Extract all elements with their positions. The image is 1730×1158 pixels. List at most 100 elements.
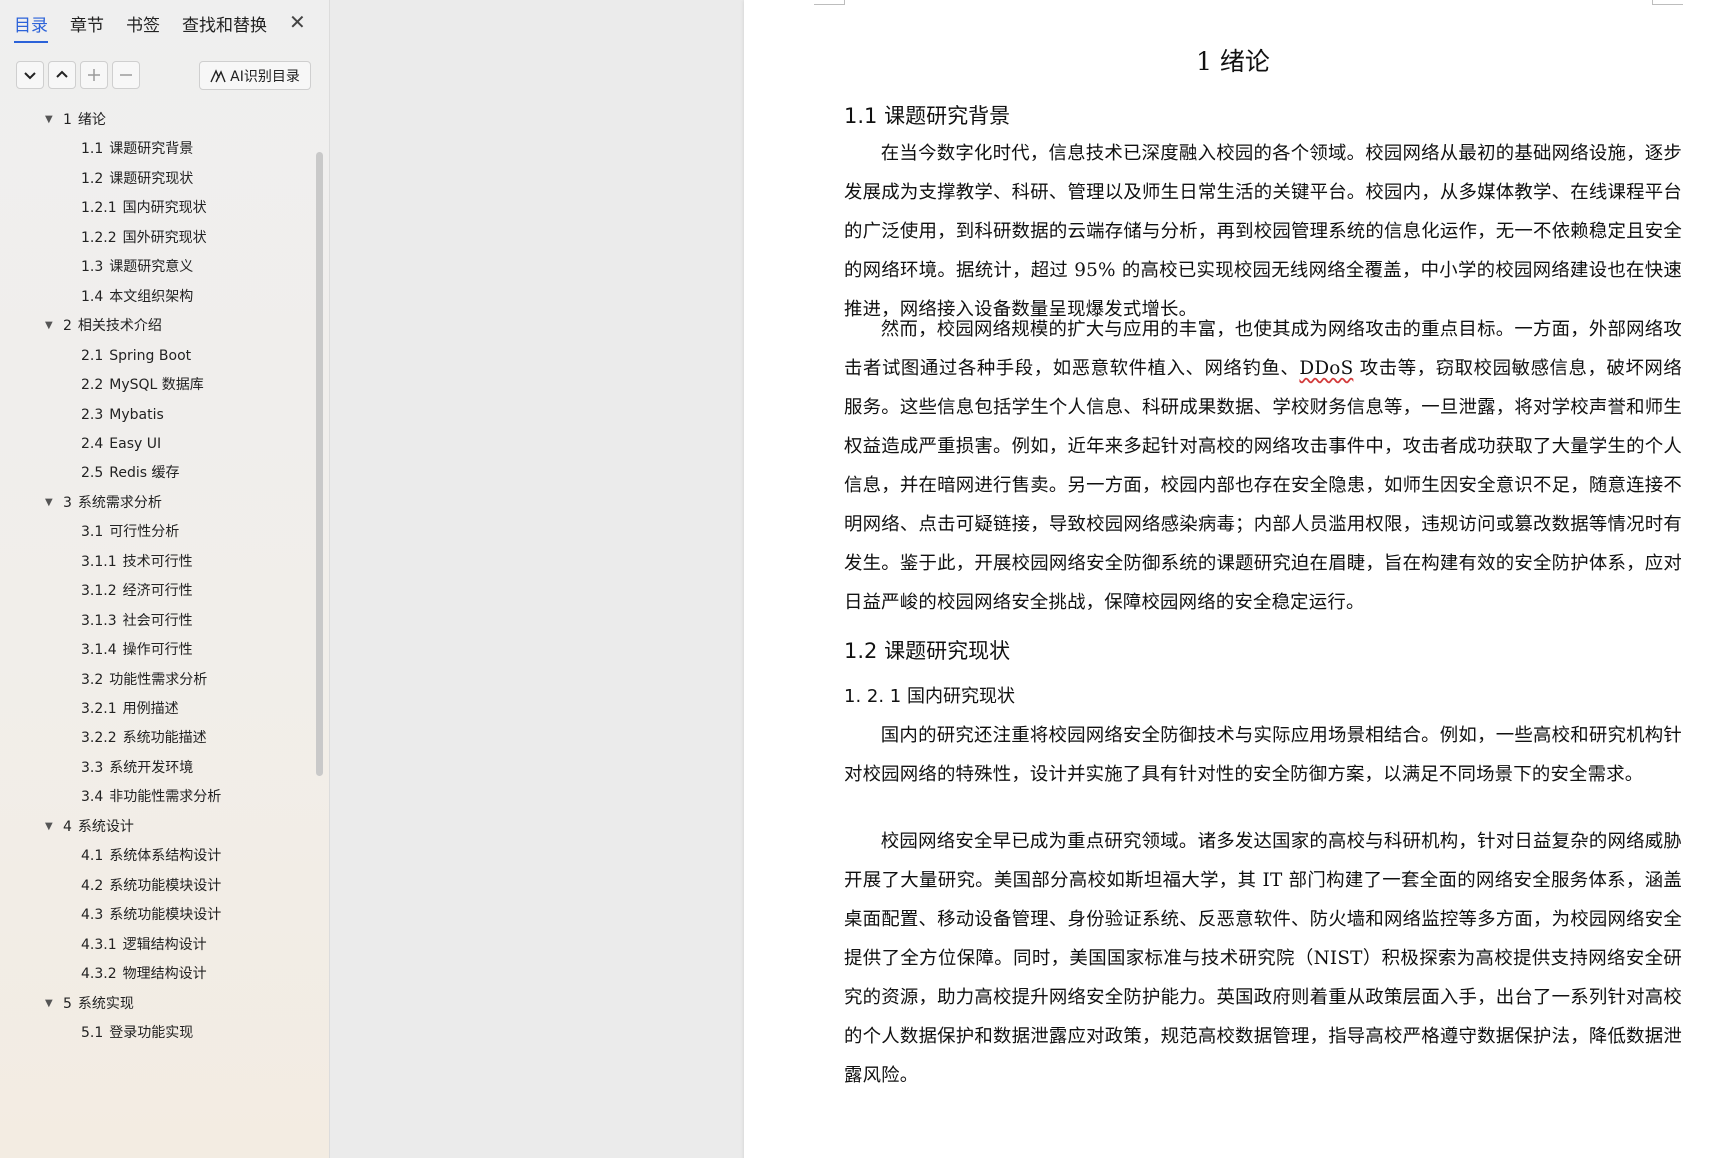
paragraph-background-1: 在当今数字化时代，信息技术已深度融入校园的各个领域。校园网络从最初的基础网络设施…	[844, 143, 1682, 320]
chevron-down-icon	[24, 72, 36, 80]
toc-item-title: 课题研究背景	[109, 141, 194, 158]
toc-section-item[interactable]: 3.4 非功能性需求分析	[81, 785, 221, 809]
tab-chapters[interactable]: 章节	[70, 11, 104, 40]
toc-section-item[interactable]: 4.3.2 物理结构设计	[81, 962, 207, 986]
toc-item-title: 用例描述	[122, 701, 179, 717]
toc-item-number: 3.2.1	[81, 701, 117, 717]
expand-triangle-icon[interactable]: ▼	[45, 815, 53, 839]
tab-bookmarks[interactable]: 书签	[126, 11, 160, 40]
spellcheck-word[interactable]: DDoS	[1299, 358, 1353, 379]
toc-section-item[interactable]: 4.3.1 逻辑结构设计	[81, 933, 207, 957]
toc-item-title: 登录功能实现	[109, 1024, 194, 1041]
toc-section-item[interactable]: 3.2.1 用例描述	[81, 697, 179, 721]
toc-item-number: 1.2.2	[81, 229, 117, 246]
toc-item-title: 系统体系结构设计	[109, 848, 222, 865]
toc-item-title: 功能性需求分析	[109, 671, 208, 688]
toc-section-item[interactable]: 3.2 功能性需求分析	[81, 668, 207, 692]
toc-item-number: 4.1	[81, 848, 104, 865]
expand-down-button[interactable]	[16, 61, 44, 89]
tab-toc[interactable]: 目录	[14, 11, 48, 43]
toc-section-item[interactable]: 3.1.2 经济可行性	[81, 579, 193, 603]
toc-item-number: 3.1	[81, 524, 104, 541]
toc-item-number: 2.3	[81, 406, 104, 423]
toc-item-number: 1	[63, 112, 72, 128]
chevron-up-icon	[56, 70, 68, 78]
toc-section-item[interactable]: 2.5 Redis 缓存	[81, 461, 180, 485]
paragraph-domestic-1: 国内的研究还注重将校园网络安全防御技术与实际应用场景相结合。例如，一些高校和研究…	[844, 725, 1682, 785]
expand-triangle-icon[interactable]: ▼	[45, 491, 53, 515]
toc-section-item[interactable]: 4.3 系统功能模块设计	[81, 903, 221, 927]
toc-item-title: 操作可行性	[122, 642, 193, 659]
toc-section-item[interactable]: 3.1 可行性分析	[81, 520, 179, 544]
toc-section-item[interactable]: 1.3 课题研究意义	[81, 255, 193, 279]
toc-item-title: 本文组织架构	[109, 288, 194, 305]
toc-item-title: 物理结构设计	[122, 966, 207, 983]
expand-triangle-icon[interactable]: ▼	[45, 992, 53, 1016]
toc-item-number: 1.3	[81, 259, 104, 276]
toc-section-item[interactable]: 3.3 系统开发环境	[81, 756, 193, 780]
toc-toolbar: AI识别目录	[16, 61, 316, 91]
minus-icon	[120, 74, 132, 76]
section-heading-1-2-1: 1. 2. 1 国内研究现状	[844, 686, 1015, 707]
toc-chapter-item[interactable]: ▼ 2 相关技术介绍	[45, 314, 162, 338]
add-heading-button[interactable]	[80, 61, 108, 89]
toc-section-item[interactable]: 3.1.1 技术可行性	[81, 550, 193, 574]
toc-section-item[interactable]: 4.1 系统体系结构设计	[81, 844, 221, 868]
expand-triangle-icon[interactable]: ▼	[45, 314, 53, 338]
ai-icon	[210, 68, 226, 82]
paragraph-text: 攻击等，窃取校园敏感信息，破坏网络服务。这些信息包括学生个人信息、科研成果数据、…	[844, 358, 1682, 613]
toc-section-item[interactable]: 2.2 MySQL 数据库	[81, 373, 204, 397]
toc-item-number: 3.2	[81, 671, 104, 688]
toc-item-number: 1.2.1	[81, 200, 117, 217]
toc-item-title: Redis 缓存	[109, 465, 180, 482]
toc-item-number: 5	[63, 995, 72, 1012]
document-page: 1 绪论 1.1 课题研究背景 在当今数字化时代，信息技术已深度融入校园的各个领…	[744, 0, 1730, 1158]
remove-heading-button[interactable]	[112, 61, 140, 89]
toc-chapter-item[interactable]: ▼ 1 绪论	[45, 108, 106, 132]
toc-section-item[interactable]: 1.2.2 国外研究现状	[81, 226, 207, 250]
ai-detect-toc-label: AI识别目录	[230, 68, 300, 85]
toc-item-number: 3	[63, 494, 72, 511]
toc-section-item[interactable]: 1.4 本文组织架构	[81, 285, 193, 309]
toc-section-item[interactable]: 1.2.1 国内研究现状	[81, 196, 207, 220]
toc-section-item[interactable]: 2.4 Easy UI	[81, 432, 161, 456]
toc-section-item[interactable]: 2.3 Mybatis	[81, 403, 164, 427]
toc-item-number: 3.1.4	[81, 642, 117, 659]
toc-item-title: 逻辑结构设计	[122, 936, 207, 953]
toc-item-title: 系统设计	[77, 818, 134, 835]
toc-section-item[interactable]: 1.1 课题研究背景	[81, 137, 193, 161]
sidebar-tabs: 目录 章节 书签 查找和替换	[14, 10, 289, 43]
toc-chapter-item[interactable]: ▼ 5 系统实现	[45, 992, 134, 1016]
toc-section-item[interactable]: 3.1.3 社会可行性	[81, 609, 193, 633]
toc-item-title: Easy UI	[109, 435, 162, 452]
toc-item-title: 系统需求分析	[77, 494, 162, 511]
paragraph-domestic-2: 校园网络安全早已成为重点研究领域。诸多发达国家的高校与科研机构，针对日益复杂的网…	[844, 831, 1682, 1086]
expand-triangle-icon[interactable]: ▼	[45, 108, 53, 132]
toc-chapter-item[interactable]: ▼ 4 系统设计	[45, 815, 134, 839]
toc-item-title: Spring Boot	[109, 347, 192, 364]
toc-section-item[interactable]: 1.2 课题研究现状	[81, 167, 193, 191]
toc-item-number: 3.1.2	[81, 583, 117, 600]
close-icon[interactable]: ✕	[289, 10, 306, 34]
collapse-up-button[interactable]	[48, 61, 76, 89]
page-corner-mark-left	[814, 0, 845, 5]
toc-item-title: 可行性分析	[109, 524, 180, 541]
toc-item-number: 4.3	[81, 907, 104, 924]
toc-section-item[interactable]: 4.2 系统功能模块设计	[81, 874, 221, 898]
toc-section-item[interactable]: 2.1 Spring Boot	[81, 344, 191, 368]
toc-section-item[interactable]: 3.1.4 操作可行性	[81, 638, 193, 662]
toc-item-number: 4.3.2	[81, 966, 117, 983]
toc-item-title: 系统功能模块设计	[109, 907, 222, 924]
tab-find-replace[interactable]: 查找和替换	[182, 11, 267, 40]
toc-item-number: 2.2	[81, 377, 104, 394]
plus-icon	[88, 69, 100, 81]
toc-item-number: 3.2.2	[81, 730, 117, 747]
toc-item-number: 1.1	[81, 141, 104, 158]
sidebar-scrollbar[interactable]	[316, 152, 323, 776]
toc-section-item[interactable]: 5.1 登录功能实现	[81, 1021, 193, 1045]
ai-detect-toc-button[interactable]: AI识别目录	[199, 61, 311, 90]
page-corner-mark-right	[1652, 0, 1683, 5]
document-area: 1 绪论 1.1 课题研究背景 在当今数字化时代，信息技术已深度融入校园的各个领…	[330, 0, 1730, 1158]
toc-section-item[interactable]: 3.2.2 系统功能描述	[81, 726, 207, 750]
toc-chapter-item[interactable]: ▼ 3 系统需求分析	[45, 491, 162, 515]
